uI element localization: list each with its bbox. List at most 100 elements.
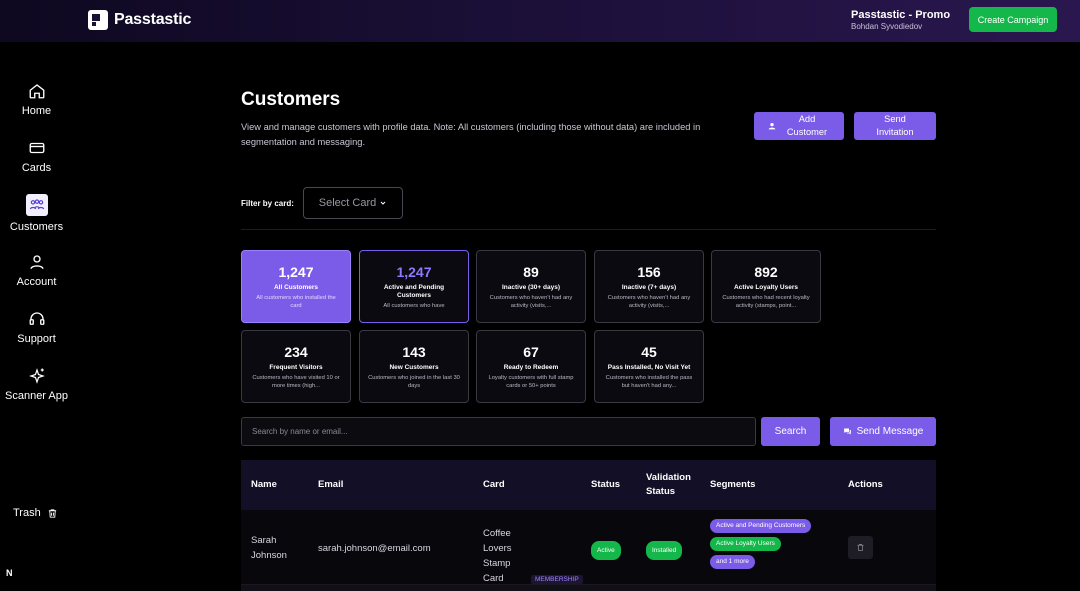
stat-value: 892 bbox=[754, 264, 778, 280]
customer-name: Sarah Johnson bbox=[251, 535, 287, 561]
search-input[interactable] bbox=[241, 417, 756, 446]
trash-link[interactable]: Trash bbox=[13, 507, 58, 519]
validation-cell: Installed bbox=[646, 541, 683, 560]
stat-card-frequent-visitors[interactable]: 234 Frequent Visitors Customers who have… bbox=[241, 330, 351, 403]
segment-badge: Active Loyalty Users bbox=[710, 537, 781, 551]
headset-icon bbox=[29, 312, 44, 325]
stat-card-inactive-7[interactable]: 156 Inactive (7+ days) Customers who hav… bbox=[594, 250, 704, 323]
sidebar-item-cards[interactable]: Cards bbox=[0, 139, 73, 174]
sidebar-item-scanner-app[interactable]: Scanner App bbox=[0, 367, 73, 402]
stat-card-no-visit-yet[interactable]: 45 Pass Installed, No Visit Yet Customer… bbox=[594, 330, 704, 403]
stat-card-new-customers[interactable]: 143 New Customers Customers who joined i… bbox=[359, 330, 469, 403]
sidebar-item-support[interactable]: Support bbox=[0, 310, 73, 345]
trash-icon bbox=[857, 544, 864, 551]
stat-value: 45 bbox=[641, 344, 657, 360]
send-invitation-label: Send Invitation bbox=[876, 114, 914, 137]
stat-value: 234 bbox=[284, 344, 308, 360]
segment-badge: Active and Pending Customers bbox=[710, 519, 812, 533]
add-customer-button[interactable]: Add Customer bbox=[754, 112, 844, 140]
filter-label: Filter by card: bbox=[241, 199, 294, 208]
customer-card: Coffee Lovers Stamp Card MEMBERSHIP bbox=[483, 526, 583, 587]
card-type-badge: MEMBERSHIP bbox=[531, 575, 583, 584]
top-bar: Passtastic Passtastic - Promo Bohdan Syv… bbox=[0, 0, 1080, 42]
card-select[interactable]: Select Card bbox=[303, 187, 403, 219]
send-message-button[interactable]: Send Message bbox=[830, 417, 936, 446]
sparkle-icon bbox=[28, 368, 45, 384]
trash-label: Trash bbox=[13, 507, 41, 519]
n-badge[interactable]: N bbox=[6, 568, 13, 578]
user-icon bbox=[29, 255, 44, 270]
page-title: Customers bbox=[241, 89, 341, 110]
table-header: Name Email Card Status Validation Status… bbox=[241, 460, 936, 510]
stat-desc: Loyalty customers with full stamp cards … bbox=[488, 375, 574, 389]
validation-badge: Installed bbox=[646, 541, 683, 560]
stat-label: Pass Installed, No Visit Yet bbox=[607, 364, 691, 371]
stat-label: Active Loyalty Users bbox=[734, 284, 798, 291]
column-header: Email bbox=[318, 479, 344, 490]
card-select-value: Select Card bbox=[318, 197, 377, 209]
sidebar-item-label: Home bbox=[21, 105, 52, 117]
segments-cell: Active and Pending Customers Active Loya… bbox=[710, 519, 812, 573]
sidebar-item-label: Account bbox=[16, 276, 57, 288]
page-description: View and manage customers with profile d… bbox=[241, 122, 701, 147]
stat-desc: All customers who installed the card bbox=[256, 295, 336, 309]
create-campaign-button[interactable]: Create Campaign bbox=[969, 7, 1057, 32]
stat-desc: Customers who joined in the last 30 days bbox=[368, 375, 460, 389]
sidebar-item-customers[interactable]: Customers bbox=[0, 194, 73, 233]
card-name: Coffee Lovers Stamp Card bbox=[483, 528, 512, 584]
send-invitation-button[interactable]: Send Invitation bbox=[854, 112, 936, 140]
stat-value: 1,247 bbox=[396, 264, 432, 280]
status-badge: Active bbox=[591, 541, 621, 560]
stat-value: 1,247 bbox=[278, 264, 314, 280]
column-header: Name bbox=[251, 479, 277, 490]
stat-card-ready-to-redeem[interactable]: 67 Ready to Redeem Loyalty customers wit… bbox=[476, 330, 586, 403]
brand-name: Passtastic bbox=[114, 11, 192, 28]
stat-label: Inactive (30+ days) bbox=[502, 284, 560, 291]
card-icon bbox=[29, 142, 44, 154]
brand-logo[interactable]: Passtastic bbox=[88, 10, 191, 30]
stat-desc: All customers who have bbox=[383, 303, 445, 309]
stat-label: Frequent Visitors bbox=[269, 364, 323, 371]
column-header: Actions bbox=[848, 479, 883, 490]
stat-card-active-pending[interactable]: 1,247 Active and Pending Customers All c… bbox=[359, 250, 469, 323]
sidebar-item-home[interactable]: Home bbox=[0, 82, 73, 117]
chevron-down-icon bbox=[380, 201, 386, 205]
add-customer-label: Add Customer bbox=[786, 114, 828, 137]
stat-label: Inactive (7+ days) bbox=[621, 284, 677, 291]
trash-icon bbox=[48, 508, 56, 518]
stat-card-active-loyalty[interactable]: 892 Active Loyalty Users Customers who h… bbox=[711, 250, 821, 323]
account-name: Passtastic - Promo bbox=[851, 9, 951, 21]
stat-label: All Customers bbox=[273, 284, 319, 291]
sidebar-item-label: Cards bbox=[21, 162, 52, 174]
sidebar-item-label: Customers bbox=[9, 221, 64, 233]
stat-desc: Customers who haven't had any activity (… bbox=[489, 295, 573, 309]
stat-desc: Customers who had recent loyalty activit… bbox=[722, 295, 810, 309]
stat-value: 89 bbox=[523, 264, 539, 280]
logo-icon bbox=[88, 10, 108, 30]
search-button[interactable]: Search bbox=[761, 417, 820, 446]
stat-label: Active and Pending Customers bbox=[383, 284, 445, 299]
user-icon bbox=[768, 123, 776, 130]
customer-email: sarah.johnson@email.com bbox=[318, 543, 431, 554]
next-row-edge bbox=[241, 585, 936, 591]
sidebar-item-label: Scanner App bbox=[5, 390, 68, 402]
column-header: Card bbox=[483, 479, 505, 490]
send-message-label: Send Message bbox=[856, 426, 924, 437]
column-header: Validation Status bbox=[646, 472, 691, 497]
more-segments-badge[interactable]: and 1 more bbox=[710, 555, 755, 569]
stat-card-inactive-30[interactable]: 89 Inactive (30+ days) Customers who hav… bbox=[476, 250, 586, 323]
sidebar-item-label: Support bbox=[17, 333, 56, 345]
table-row[interactable]: Sarah Johnson sarah.johnson@email.com Co… bbox=[241, 510, 936, 585]
account-info[interactable]: Passtastic - Promo Bohdan Syvodiedov bbox=[851, 9, 950, 31]
stat-card-all-customers[interactable]: 1,247 All Customers All customers who in… bbox=[241, 250, 351, 323]
sidebar-item-account[interactable]: Account bbox=[0, 253, 73, 288]
delete-customer-button[interactable] bbox=[848, 536, 873, 559]
chat-icon bbox=[843, 428, 851, 435]
column-header: Status bbox=[591, 479, 621, 490]
customers-icon bbox=[25, 194, 48, 216]
stat-desc: Customers who have visited 10 or more ti… bbox=[252, 375, 340, 389]
stat-desc: Customers who installed the pass but hav… bbox=[605, 375, 693, 389]
stat-label: Ready to Redeem bbox=[503, 364, 559, 371]
divider bbox=[241, 229, 936, 230]
stat-value: 143 bbox=[402, 344, 426, 360]
